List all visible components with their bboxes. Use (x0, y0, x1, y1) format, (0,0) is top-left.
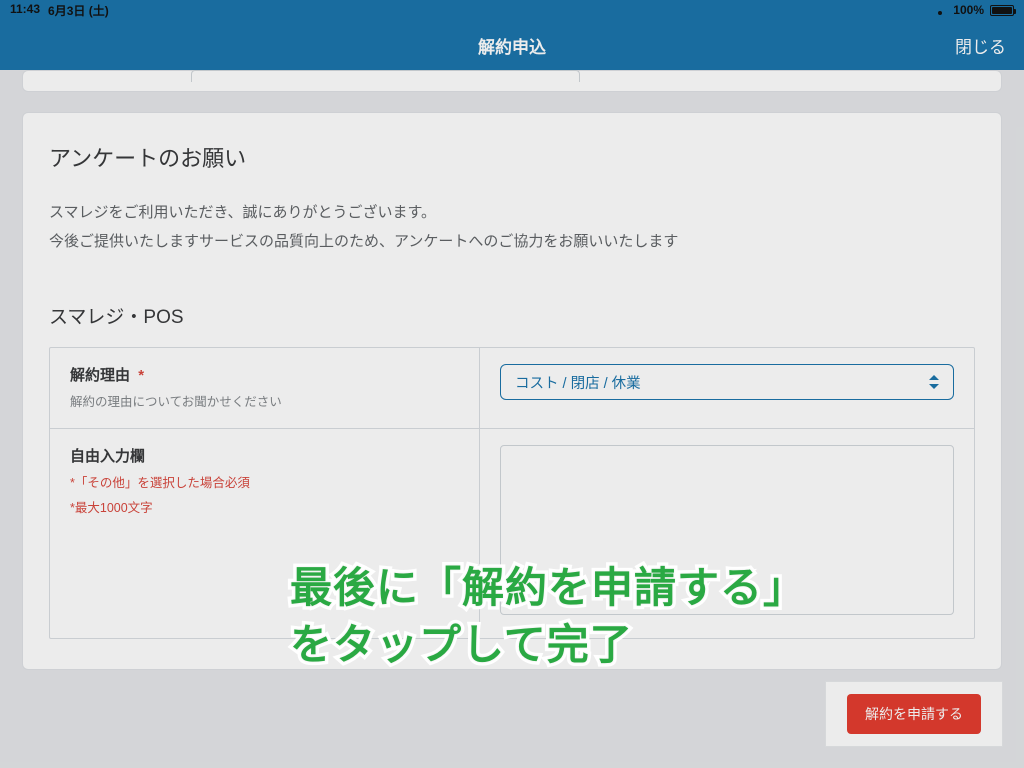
action-bar: 解約を申請する (826, 682, 1002, 746)
freetext-label-cell: 自由入力欄 *「その他」を選択した場合必須 *最大1000文字 (50, 429, 480, 638)
previous-card-fragment (22, 70, 1002, 92)
submit-button-label: 解約を申請する (865, 706, 963, 722)
reason-select-value: コスト / 閉店 / 休業 (515, 372, 641, 393)
reason-label: 解約理由 (70, 367, 130, 384)
freetext-input[interactable] (500, 445, 954, 615)
status-date: 6月3日 (土) (48, 2, 109, 19)
freetext-label: 自由入力欄 (70, 445, 459, 466)
app-nav-bar: 解約申込 閉じる (0, 20, 1024, 70)
page-content: アンケートのお願い スマレジをご利用いただき、誠にありがとうございます。 今後ご… (0, 70, 1024, 768)
reason-row: 解約理由 * 解約の理由についてお聞かせください コスト / 閉店 / 休業 (50, 348, 974, 428)
intro-line-2: 今後ご提供いたしますサービスの品質向上のため、アンケートへのご協力をお願いいたし… (49, 228, 975, 257)
survey-form: 解約理由 * 解約の理由についてお聞かせください コスト / 閉店 / 休業 自… (49, 347, 975, 639)
required-mark: * (138, 367, 144, 384)
survey-intro: スマレジをご利用いただき、誠にありがとうございます。 今後ご提供いたしますサービ… (49, 199, 975, 256)
survey-card: アンケートのお願い スマレジをご利用いただき、誠にありがとうございます。 今後ご… (22, 112, 1002, 670)
wifi-icon (933, 5, 947, 15)
freetext-row: 自由入力欄 *「その他」を選択した場合必須 *最大1000文字 (50, 428, 974, 638)
reason-label-cell: 解約理由 * 解約の理由についてお聞かせください (50, 348, 480, 428)
intro-line-1: スマレジをご利用いただき、誠にありがとうございます。 (49, 199, 975, 228)
nav-title: 解約申込 (478, 33, 546, 58)
close-button-label: 閉じる (955, 33, 1006, 58)
chevron-updown-icon (929, 375, 939, 389)
freetext-note-2: *最大1000文字 (70, 497, 459, 516)
battery-percent: 100% (953, 3, 984, 17)
survey-heading: アンケートのお願い (49, 141, 975, 173)
reason-select[interactable]: コスト / 閉店 / 休業 (500, 364, 954, 400)
reason-sublabel: 解約の理由についてお聞かせください (70, 391, 459, 410)
close-button[interactable]: 閉じる (955, 20, 1006, 70)
freetext-note-1: *「その他」を選択した場合必須 (70, 472, 459, 491)
status-time: 11:43 (10, 2, 40, 19)
battery-icon (990, 5, 1014, 16)
product-section-heading: スマレジ・POS (49, 302, 975, 329)
submit-cancellation-button[interactable]: 解約を申請する (847, 694, 981, 734)
ipad-status-bar: 11:43 6月3日 (土) 100% (0, 0, 1024, 20)
